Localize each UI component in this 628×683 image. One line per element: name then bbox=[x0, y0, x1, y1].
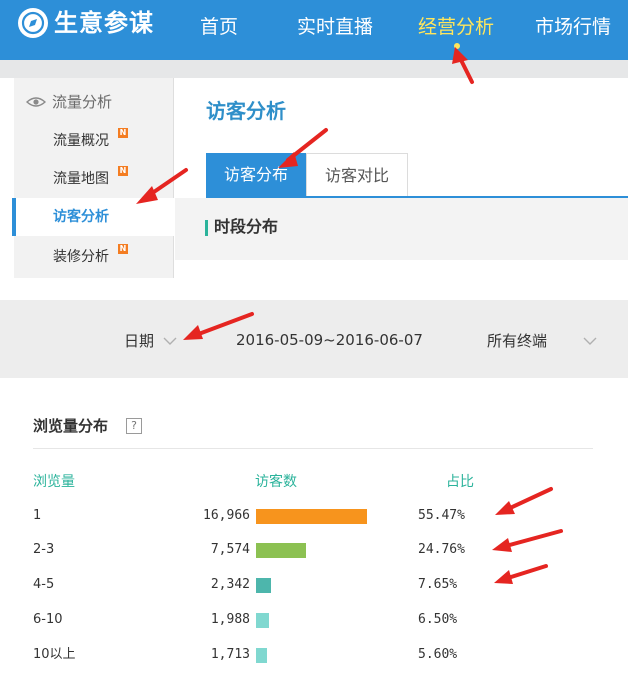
annotation-arrows bbox=[136, 47, 563, 584]
red-arrow-icon bbox=[452, 47, 474, 84]
red-arrow-icon bbox=[495, 487, 553, 515]
red-arrow-icon bbox=[494, 564, 548, 584]
red-arrow-icon bbox=[136, 168, 188, 204]
red-arrow-icon bbox=[183, 312, 254, 340]
red-arrow-icon bbox=[278, 128, 328, 168]
red-arrow-icon bbox=[492, 529, 563, 552]
